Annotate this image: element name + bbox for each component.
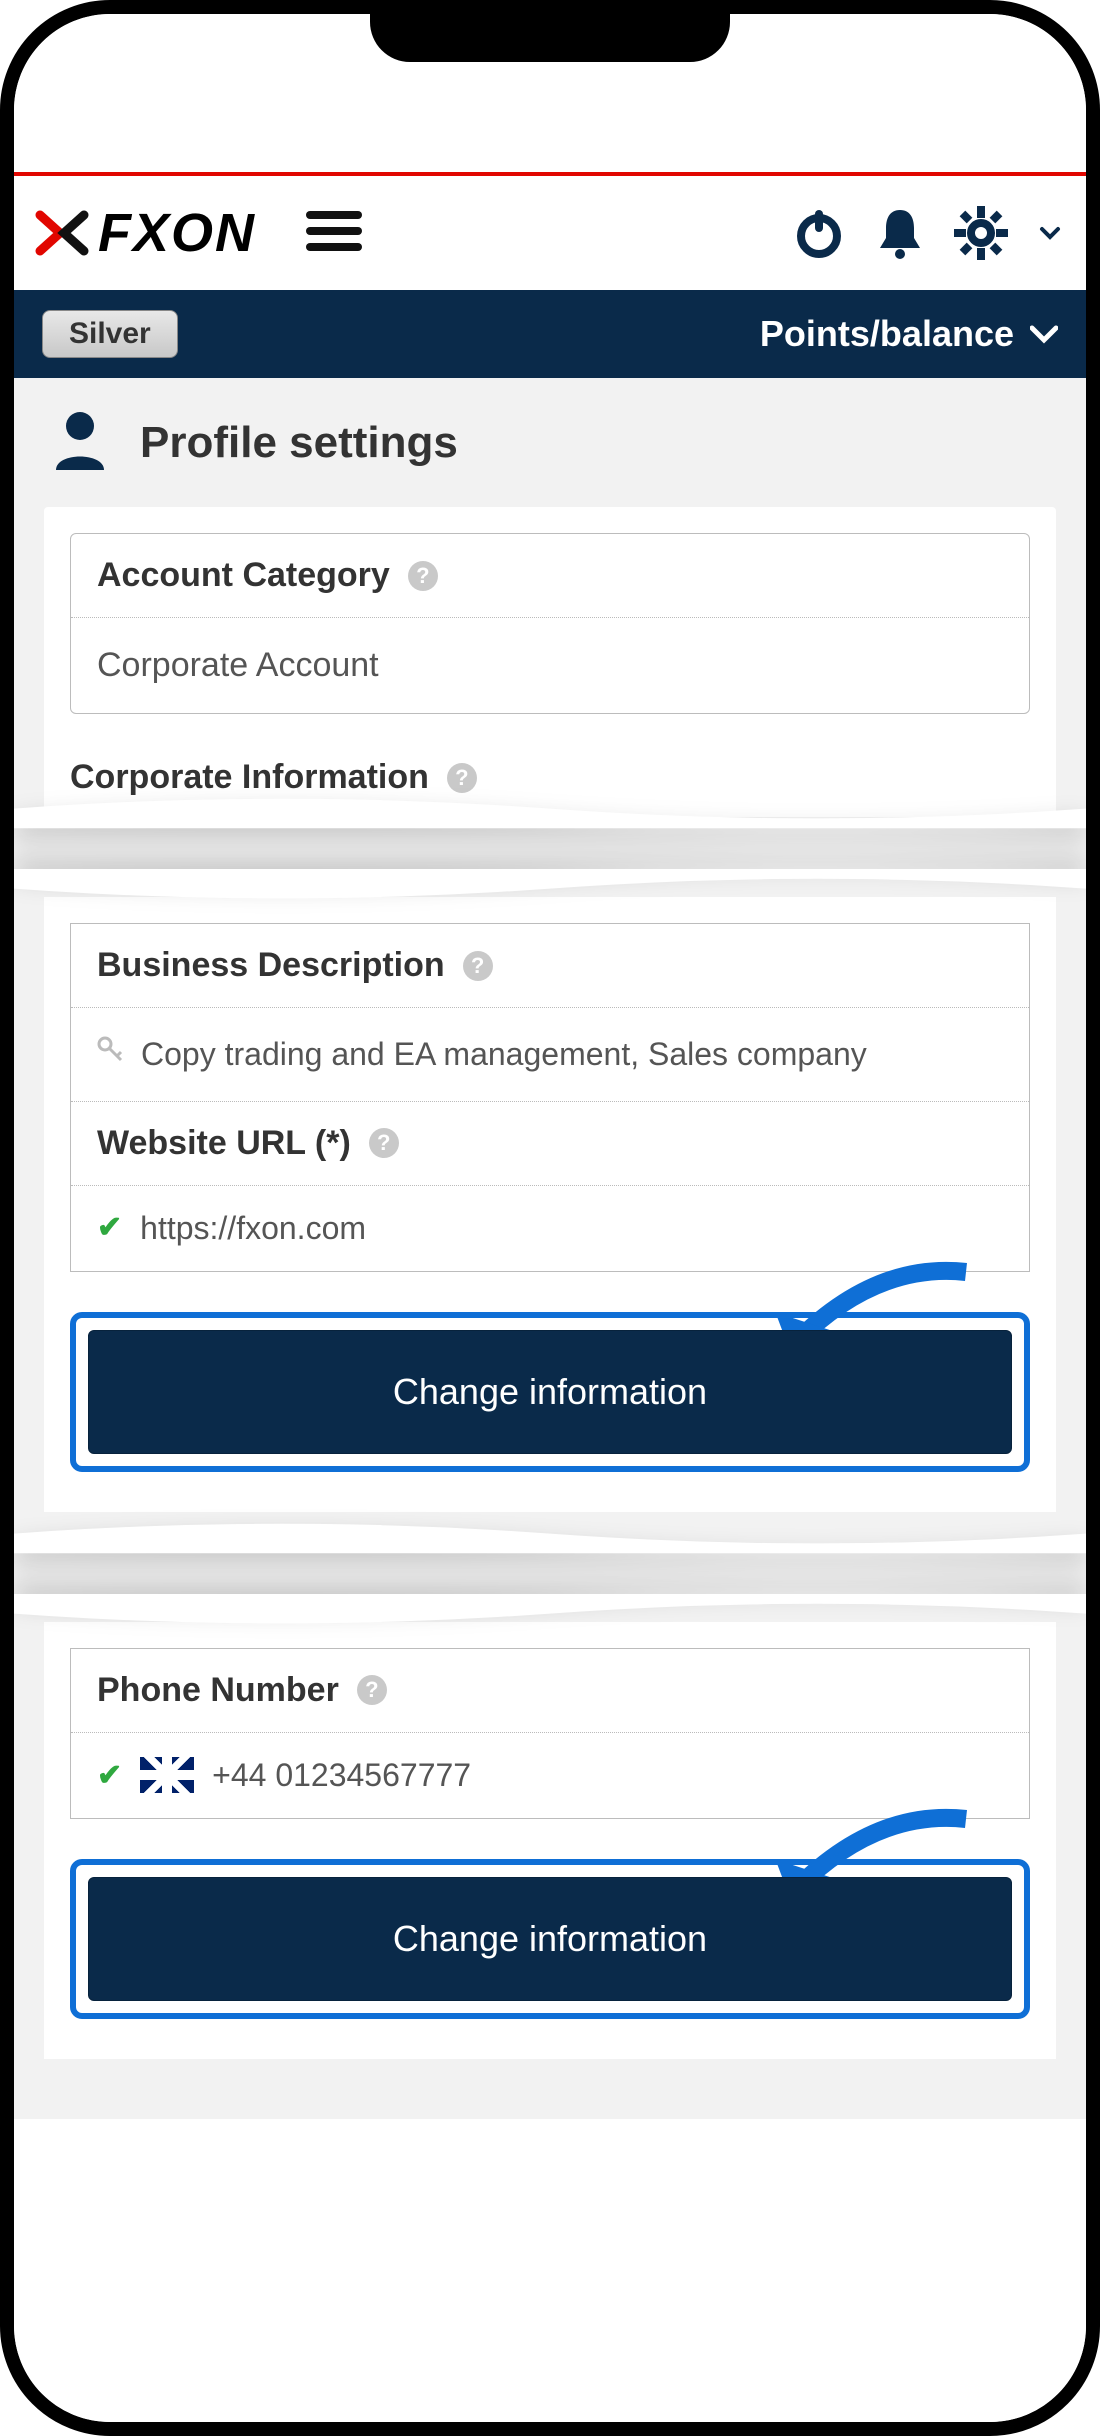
page-title: Profile settings [140, 418, 458, 468]
website-url-label: Website URL (*) [97, 1124, 351, 1163]
chevron-down-icon [1030, 324, 1058, 344]
logo-text: FXON [98, 202, 256, 264]
help-icon[interactable]: ? [463, 951, 493, 981]
content-gap [14, 817, 1086, 897]
app-header: FXON [14, 176, 1086, 290]
change-info-highlight: Change information [70, 1859, 1030, 2019]
content-gap [14, 1542, 1086, 1622]
power-icon[interactable] [792, 206, 846, 260]
logo: FXON [34, 202, 256, 264]
account-category-card: Account Category ? Corporate Account Cor… [44, 507, 1056, 817]
account-category-label: Account Category [97, 556, 390, 595]
check-icon: ✔ [97, 1758, 122, 1793]
account-category-value: Corporate Account [97, 646, 379, 685]
subheader-bar: Silver Points/balance [14, 290, 1086, 378]
phone-number-label: Phone Number [97, 1671, 339, 1710]
help-icon[interactable]: ? [357, 1675, 387, 1705]
points-balance-label: Points/balance [760, 313, 1014, 355]
check-icon: ✔ [97, 1210, 122, 1245]
corporate-details-card: Business Description ? Copy trading and … [44, 897, 1056, 1512]
business-description-label: Business Description [97, 946, 445, 985]
help-icon[interactable]: ? [369, 1128, 399, 1158]
change-information-button[interactable]: Change information [88, 1330, 1012, 1454]
page-title-row: Profile settings [14, 378, 1086, 507]
hamburger-menu-icon[interactable] [306, 209, 362, 258]
help-icon[interactable]: ? [447, 763, 477, 793]
change-info-highlight: Change information [70, 1312, 1030, 1472]
website-url-value: https://fxon.com [140, 1210, 366, 1247]
gear-icon[interactable] [954, 206, 1008, 260]
key-icon [97, 1036, 123, 1069]
user-icon [50, 408, 110, 477]
logo-mark-icon [34, 209, 90, 257]
phone-card: Phone Number ? ✔ +44 01234567777 [44, 1622, 1056, 2059]
tier-badge: Silver [42, 310, 178, 358]
bell-icon[interactable] [876, 206, 924, 260]
points-balance-toggle[interactable]: Points/balance [760, 313, 1058, 355]
chevron-down-icon[interactable] [1038, 221, 1062, 245]
help-icon[interactable]: ? [408, 561, 438, 591]
phone-number-value: +44 01234567777 [212, 1757, 471, 1794]
change-information-button[interactable]: Change information [88, 1877, 1012, 2001]
uk-flag-icon [140, 1757, 194, 1793]
business-description-value: Copy trading and EA management, Sales co… [141, 1032, 867, 1077]
